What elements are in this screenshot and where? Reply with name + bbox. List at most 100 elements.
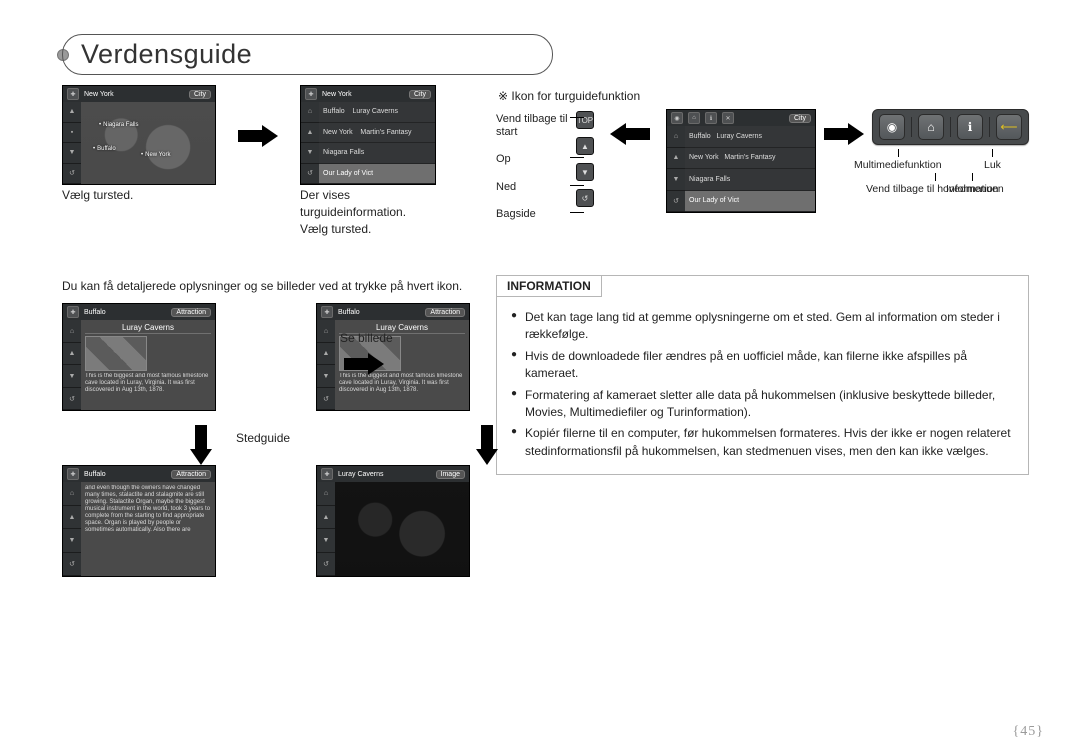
globe-icon: ◉ (671, 112, 683, 124)
icon-bar-labels: Multimediefunktion Vend tilbage til hove… (872, 155, 1029, 215)
list-item: Buffalo Luray Caverns (319, 102, 435, 123)
detailD-title: Luray Caverns (338, 471, 384, 478)
information-box: INFORMATION Det kan tage lang tid at gem… (496, 275, 1029, 475)
shot-icon-tag: City (789, 114, 811, 123)
lbl-information: Information (946, 183, 999, 196)
shot1-title: New York (84, 91, 114, 98)
back-icon: ↺ (576, 189, 594, 207)
label-se-billede: Se billede (340, 331, 393, 345)
right-column: ※ Ikon for turguidefunktion Vend tilbage… (496, 85, 1029, 577)
thumbnail-image (85, 336, 147, 371)
icon-bar: ◉ ⌂ ℹ ⟵ (872, 109, 1029, 145)
screenshot-detail-a: ✚ Buffalo Attraction ⌂▲▼↺ Luray Caverns (62, 303, 216, 411)
info-item: Hvis de downloadede filer ændres på en u… (511, 348, 1014, 383)
detailA-place: Luray Caverns (85, 323, 211, 334)
map-place: New York (141, 152, 170, 158)
info-icon: ℹ (957, 114, 983, 140)
mid-sentence: Du kan få detaljerede oplysninger og se … (62, 279, 470, 293)
close-icon: ✕ (722, 112, 734, 124)
detail-flow: ✚ Buffalo Attraction ⌂▲▼↺ Luray Caverns (62, 303, 470, 577)
lbl-back: Bagside (496, 208, 568, 221)
detailA-tag: Attraction (171, 308, 211, 317)
detailC-desc: and even though the owners have changed … (85, 485, 211, 574)
home-icon: ⌂ (918, 114, 944, 140)
plus-icon: ✚ (321, 468, 333, 480)
detailB-tag: Attraction (425, 308, 465, 317)
arrow-left-icon (610, 123, 650, 145)
map-place: Niagara Falls (99, 122, 138, 128)
step2-caption: Der vises turguideinformation. Vælg turs… (300, 187, 436, 237)
list-item: Niagara Falls (319, 143, 435, 164)
arrow-right-icon (344, 353, 384, 375)
shot2-tag: City (409, 90, 431, 99)
icon-section-heading: ※ Ikon for turguidefunktion (498, 89, 1029, 103)
lbl-down: Ned (496, 181, 568, 194)
home-icon: ⌂ (688, 112, 700, 124)
detailA-title: Buffalo (84, 309, 106, 316)
list-item: New York Martin's Fantasy (319, 123, 435, 144)
info-icon: ℹ (705, 112, 717, 124)
info-item: Kopiér filerne til en computer, før huko… (511, 425, 1014, 460)
lbl-up: Op (496, 153, 568, 166)
page-number: {45} (1013, 724, 1044, 740)
arrow-down-icon (190, 425, 212, 465)
step1: ✚ New York City ▲▪▼↺ Niagara Falls Buffa… (62, 85, 216, 204)
lbl-back-to-start: Vend tilbage til start (496, 113, 568, 139)
shot2-title: New York (322, 91, 352, 98)
arrow-down-icon (476, 425, 498, 465)
icon-left-column: TOP ▲ ▼ ↺ (576, 111, 594, 207)
plus-icon: ✚ (67, 88, 79, 100)
page-title: Verdensguide (62, 34, 553, 75)
list-item: Our Lady of Vict (685, 191, 815, 213)
information-heading: INFORMATION (496, 275, 602, 297)
detail-row2: ✚ Buffalo Attraction ⌂▲▼↺ and even thoug… (62, 465, 470, 577)
arrow-left-wrap (610, 123, 650, 145)
screenshot-detail-b: ✚ Buffalo Attraction ⌂▲▼↺ Luray Caverns (316, 303, 470, 411)
info-item: Formatering af kameraet sletter alle dat… (511, 387, 1014, 422)
lbl-multimedia: Multimediefunktion (854, 159, 942, 172)
down-icon: ▼ (576, 163, 594, 181)
detailB-title: Buffalo (338, 309, 360, 316)
up-icon: ▲ (576, 137, 594, 155)
icon-legend-row: Vend tilbage til start Op Ned Bagside TO… (496, 109, 1029, 221)
columns: ✚ New York City ▲▪▼↺ Niagara Falls Buffa… (62, 85, 1018, 577)
lbl-close: Luk (984, 159, 1001, 172)
icon-left-labels: Vend tilbage til start Op Ned Bagside (496, 113, 568, 221)
plus-icon: ✚ (321, 306, 333, 318)
top-icon: TOP (576, 111, 594, 129)
detailA-desc: This is the biggest and most famous lime… (85, 373, 211, 408)
left-column: ✚ New York City ▲▪▼↺ Niagara Falls Buffa… (62, 85, 470, 577)
arrow-right-icon (238, 125, 278, 147)
screenshot-list: ✚ New York City ⌂▲▼↺ Buffalo Luray Caver… (300, 85, 436, 185)
plus-icon: ✚ (67, 468, 79, 480)
detailC-tag: Attraction (171, 470, 211, 479)
close-icon: ⟵ (996, 114, 1022, 140)
detailB-desc: This is the biggest and most famous lime… (339, 373, 465, 408)
detailD-tag: Image (436, 470, 465, 479)
detailC-title: Buffalo (84, 471, 106, 478)
map-place: Buffalo (93, 146, 116, 152)
plus-icon: ✚ (305, 88, 317, 100)
top-flow-row: ✚ New York City ▲▪▼↺ Niagara Falls Buffa… (62, 85, 470, 237)
shot1-tag: City (189, 90, 211, 99)
screenshot-detail-d: ✚ Luray Caverns Image ⌂▲▼↺ (316, 465, 470, 577)
plus-icon: ✚ (67, 306, 79, 318)
arrow-right-icon (824, 123, 864, 145)
icon-bar-block: ◉ ⌂ ℹ ⟵ Multimediefunktion Vend tilbage … (872, 109, 1029, 215)
information-list: Det kan tage lang tid at gemme oplysning… (497, 309, 1028, 460)
list-item: New York Martin's Fantasy (685, 148, 815, 170)
multimedia-icon: ◉ (879, 114, 905, 140)
detail-row1: ✚ Buffalo Attraction ⌂▲▼↺ Luray Caverns (62, 303, 470, 411)
page-title-tab: Verdensguide (62, 34, 1018, 75)
screenshot-iconbar: ◉ ⌂ ℹ ✕ City ⌂▲▼↺ Buffalo Luray Caverns … (666, 109, 816, 213)
screenshot-map: ✚ New York City ▲▪▼↺ Niagara Falls Buffa… (62, 85, 216, 185)
label-stedguide: Stedguide (236, 431, 290, 445)
info-item: Det kan tage lang tid at gemme oplysning… (511, 309, 1014, 344)
list-item: Our Lady of Vict (319, 164, 435, 185)
screenshot-detail-c: ✚ Buffalo Attraction ⌂▲▼↺ and even thoug… (62, 465, 216, 577)
manual-page: Verdensguide ✚ New York City ▲▪▼↺ (0, 0, 1080, 746)
list-item: Buffalo Luray Caverns (685, 126, 815, 148)
step1-caption: Vælg tursted. (62, 187, 216, 204)
list-item: Niagara Falls (685, 169, 815, 191)
step2: ✚ New York City ⌂▲▼↺ Buffalo Luray Caver… (300, 85, 436, 237)
